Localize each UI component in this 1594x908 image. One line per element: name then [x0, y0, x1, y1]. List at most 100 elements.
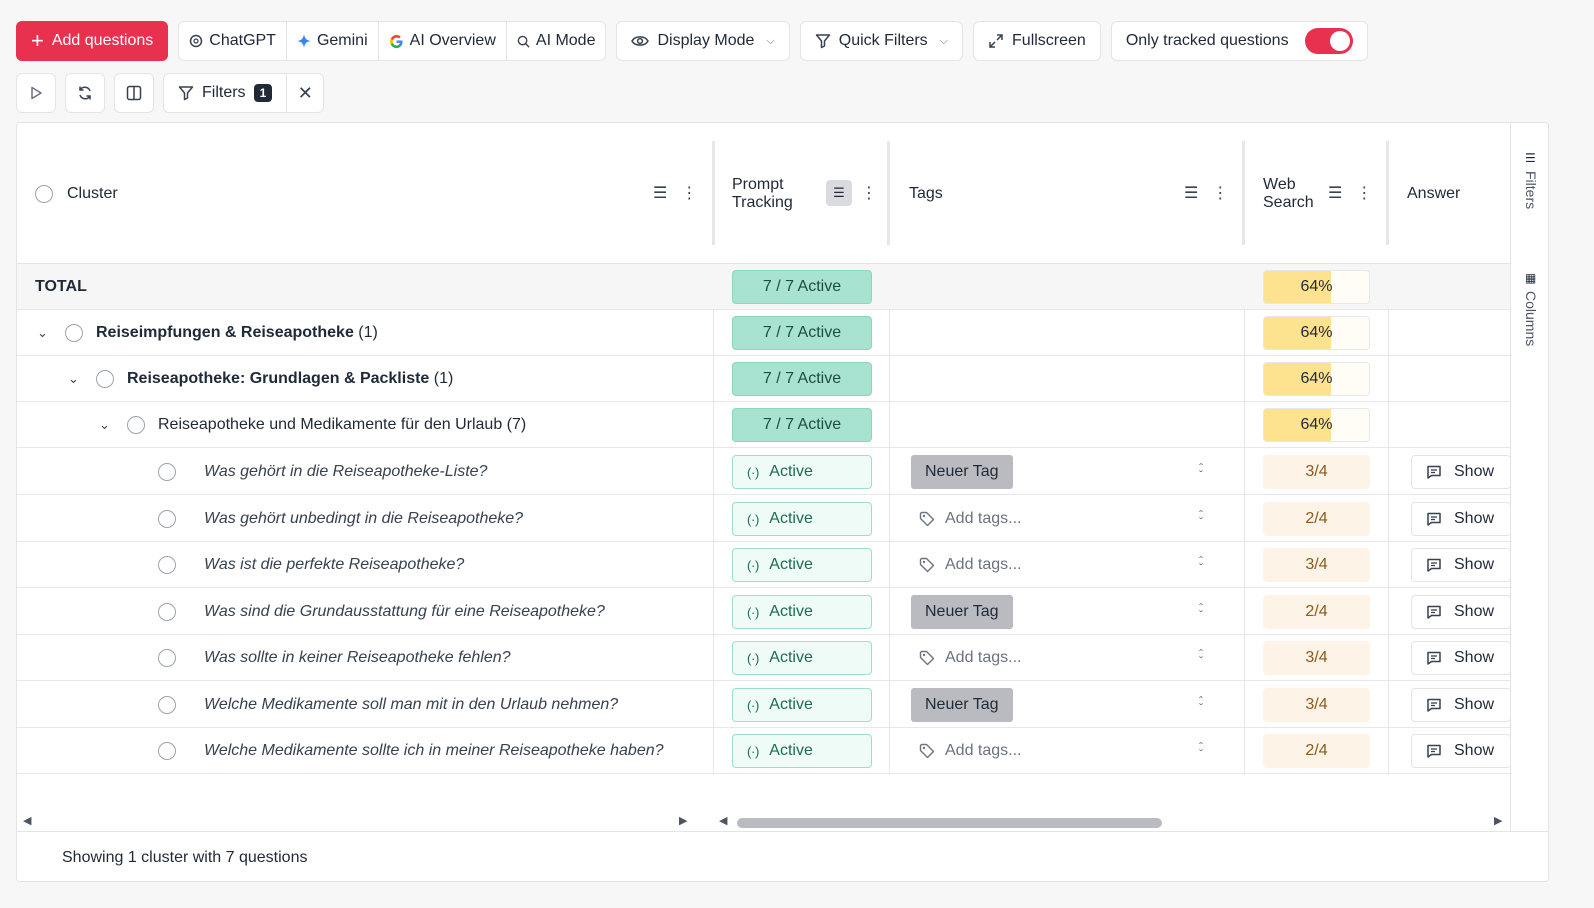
tracking-status-pill[interactable]: (·) Active [732, 734, 872, 768]
show-answer-button[interactable]: Show [1411, 548, 1511, 582]
engine-gemini-button[interactable]: Gemini [287, 22, 379, 60]
group-row[interactable]: ⌄ Reiseimpfungen & Reiseapotheke (1) 7 /… [17, 310, 1510, 356]
tag-icon [919, 743, 935, 759]
show-answer-button[interactable]: Show [1411, 734, 1511, 768]
gemini-icon [296, 34, 311, 48]
question-text: Was sollte in keiner Reiseapotheke fehle… [204, 649, 511, 666]
play-icon [31, 86, 42, 100]
sort-updown-icon[interactable]: ˆˇ [1199, 509, 1203, 528]
add-tags-input[interactable]: Add tags... [911, 510, 1022, 528]
column-divider[interactable] [1242, 141, 1245, 245]
filters-count-badge: 1 [253, 84, 273, 102]
sort-updown-icon[interactable]: ˆˇ [1199, 695, 1203, 714]
grid-icon: ▦ [1525, 271, 1537, 285]
split-view-button[interactable] [114, 73, 154, 113]
sort-updown-icon[interactable]: ˆˇ [1199, 741, 1203, 760]
group-row[interactable]: ⌄ Reiseapotheke und Medikamente für den … [17, 402, 1510, 448]
sort-updown-icon[interactable]: ˆˇ [1199, 602, 1203, 621]
fullscreen-button[interactable]: Fullscreen [973, 21, 1101, 61]
question-row[interactable]: Welche Medikamente soll man mit in den U… [17, 682, 1511, 728]
sort-updown-icon[interactable]: ˆˇ [1199, 555, 1203, 574]
question-row[interactable]: Was ist die perfekte Reiseapotheke? (·) … [17, 542, 1511, 588]
chevron-down-icon[interactable]: ⌄ [37, 325, 48, 341]
scrollbar-thumb[interactable] [737, 818, 1162, 828]
row-checkbox[interactable] [158, 742, 176, 760]
add-tags-input[interactable]: Add tags... [911, 742, 1022, 760]
show-answer-button[interactable]: Show [1411, 595, 1511, 629]
filters-panel-tab[interactable]: ☰ Filters [1523, 151, 1539, 209]
more-vertical-icon[interactable]: ⋮ [681, 183, 697, 203]
tag-chip[interactable]: Neuer Tag [911, 595, 1013, 629]
row-checkbox[interactable] [65, 324, 83, 342]
filters-button[interactable]: Filters 1 [164, 74, 288, 112]
row-checkbox[interactable] [158, 556, 176, 574]
show-answer-button[interactable]: Show [1411, 455, 1511, 489]
display-mode-dropdown[interactable]: Display Mode ⌵ [616, 21, 790, 61]
quick-filters-dropdown[interactable]: Quick Filters ⌵ [799, 21, 964, 61]
tracking-status-pill[interactable]: (·) Active [732, 548, 872, 582]
tracking-status-pill[interactable]: (·) Active [732, 595, 872, 629]
left-horizontal-scrollbar[interactable]: ◀ ▶ [17, 814, 697, 832]
engine-ai-mode-button[interactable]: AI Mode [507, 22, 606, 60]
arrow-right-icon[interactable]: ▶ [679, 814, 687, 827]
question-text: Welche Medikamente soll man mit in den U… [204, 696, 619, 713]
run-button[interactable] [16, 73, 56, 113]
active-filter-icon[interactable]: ☰ [826, 180, 852, 206]
sort-updown-icon[interactable]: ˆˇ [1199, 462, 1203, 481]
engine-chatgpt-button[interactable]: ChatGPT [179, 22, 287, 60]
add-questions-button[interactable]: + Add questions [16, 21, 169, 61]
row-checkbox[interactable] [96, 370, 114, 388]
row-checkbox[interactable] [158, 463, 176, 481]
tag-chip[interactable]: Neuer Tag [911, 688, 1013, 722]
refresh-button[interactable] [65, 73, 105, 113]
tracking-status-pill[interactable]: (·) Active [732, 455, 872, 489]
add-tags-input[interactable]: Add tags... [911, 649, 1022, 667]
add-tags-input[interactable]: Add tags... [911, 556, 1022, 574]
column-divider[interactable] [712, 141, 715, 245]
chevron-down-icon[interactable]: ⌄ [68, 371, 79, 387]
question-row[interactable]: Was sollte in keiner Reiseapotheke fehle… [17, 635, 1511, 681]
tracking-status-pill[interactable]: (·) Active [732, 688, 872, 722]
only-tracked-toggle[interactable] [1304, 28, 1353, 54]
clear-filters-button[interactable]: ✕ [287, 74, 323, 112]
question-row[interactable]: Was gehört unbedingt in die Reiseapothek… [17, 496, 1511, 542]
filter-lines-icon[interactable]: ☰ [653, 183, 667, 203]
more-vertical-icon[interactable]: ⋮ [1212, 183, 1228, 203]
arrow-right-icon[interactable]: ▶ [1494, 814, 1502, 827]
show-answer-button[interactable]: Show [1411, 688, 1511, 722]
tag-chip[interactable]: Neuer Tag [911, 455, 1013, 489]
columns-panel-tab[interactable]: ▦ Columns [1523, 271, 1539, 346]
funnel-icon [178, 86, 194, 101]
row-checkbox[interactable] [158, 696, 176, 714]
column-divider[interactable] [1386, 141, 1389, 245]
question-row[interactable]: Was sind die Grundausstattung für eine R… [17, 589, 1511, 635]
tags-header-actions: ☰ ⋮ [1184, 183, 1228, 203]
row-checkbox[interactable] [127, 416, 145, 434]
column-divider[interactable] [887, 141, 890, 245]
tracking-status-pill[interactable]: (·) Active [732, 641, 872, 675]
more-vertical-icon[interactable]: ⋮ [1356, 183, 1372, 203]
tracking-status-text: Active [769, 463, 813, 480]
chevron-down-icon[interactable]: ⌄ [99, 417, 110, 433]
row-checkbox[interactable] [158, 649, 176, 667]
row-checkbox[interactable] [158, 510, 176, 528]
filter-lines-icon[interactable]: ☰ [1184, 183, 1198, 203]
group-row[interactable]: ⌄ Reiseapotheke: Grundlagen & Packliste … [17, 356, 1510, 402]
engine-ai-overview-button[interactable]: AI Overview [379, 22, 507, 60]
show-answer-label: Show [1454, 742, 1495, 759]
more-vertical-icon[interactable]: ⋮ [861, 183, 877, 203]
row-checkbox[interactable] [158, 603, 176, 621]
question-row[interactable]: Was gehört in die Reiseapotheke-Liste? (… [17, 449, 1511, 495]
filter-lines-icon[interactable]: ☰ [1328, 183, 1342, 203]
arrow-left-icon[interactable]: ◀ [719, 814, 727, 827]
right-horizontal-scrollbar[interactable]: ◀ ▶ [717, 814, 1510, 832]
show-answer-button[interactable]: Show [1411, 502, 1511, 536]
question-row[interactable]: Welche Medikamente sollte ich in meiner … [17, 728, 1511, 774]
select-all-checkbox[interactable] [35, 184, 53, 203]
web-search-ratio: 3/4 [1263, 688, 1370, 722]
sort-updown-icon[interactable]: ˆˇ [1199, 648, 1203, 667]
tracking-status-pill[interactable]: (·) Active [732, 502, 872, 536]
show-answer-button[interactable]: Show [1411, 641, 1511, 675]
add-tags-placeholder: Add tags... [945, 556, 1022, 573]
arrow-left-icon[interactable]: ◀ [23, 814, 31, 827]
